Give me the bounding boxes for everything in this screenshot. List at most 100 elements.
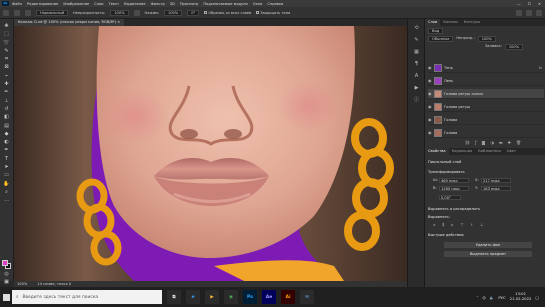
- path-select-tool-icon[interactable]: ➤: [3, 164, 11, 170]
- new-group-icon[interactable]: ▬: [499, 140, 503, 145]
- eye-icon[interactable]: ◉: [428, 78, 432, 83]
- move-tool-icon[interactable]: ✥: [3, 23, 11, 29]
- layer-style-icon[interactable]: ƒ: [475, 140, 476, 145]
- hand-tool-icon[interactable]: ✋: [3, 181, 11, 187]
- frame-tool-icon[interactable]: ⊠: [3, 64, 11, 70]
- history-icon[interactable]: ⟲: [413, 25, 420, 31]
- zoom-tool-icon[interactable]: ⌕: [3, 189, 11, 195]
- opacity-field[interactable]: 100%: [110, 9, 129, 16]
- select-subject-button[interactable]: Выделить предмет: [444, 251, 532, 257]
- taskbar-search-input[interactable]: ⌕ Введите здесь текст для поиска: [12, 290, 162, 304]
- chrome-icon[interactable]: ◉: [224, 290, 238, 304]
- minimize-button[interactable]: —: [517, 2, 521, 6]
- foreground-color-swatch[interactable]: [2, 260, 8, 266]
- menu-help[interactable]: Справка: [267, 2, 283, 6]
- healing-brush-tool-icon[interactable]: ✚: [3, 81, 11, 87]
- pressure-opacity-icon[interactable]: [133, 9, 140, 16]
- lasso-tool-icon[interactable]: ➰: [3, 40, 11, 46]
- marquee-tool-icon[interactable]: ⬚: [3, 31, 11, 37]
- eye-icon[interactable]: ◉: [428, 130, 432, 135]
- flow-field[interactable]: 100%: [163, 9, 183, 16]
- canvas[interactable]: [14, 26, 407, 281]
- eye-icon[interactable]: ◉: [428, 117, 432, 122]
- menu-window[interactable]: Окно: [253, 2, 263, 6]
- shape-tool-icon[interactable]: ▭: [3, 172, 11, 178]
- brush-settings-icon[interactable]: ✎: [413, 37, 420, 43]
- notifications-icon[interactable]: ▢: [535, 295, 539, 300]
- width-field[interactable]: 465 пикс: [439, 178, 469, 183]
- fx-badge[interactable]: fx: [539, 66, 542, 70]
- rotation-field[interactable]: 0,00°: [439, 195, 461, 200]
- eye-icon[interactable]: ◉: [428, 65, 432, 70]
- share-icon[interactable]: [536, 9, 542, 16]
- volume-icon[interactable]: 🔈: [490, 295, 495, 300]
- info-icon[interactable]: ⓘ: [413, 97, 420, 103]
- quick-select-tool-icon[interactable]: ✎: [3, 48, 11, 54]
- adjustment-layer-icon[interactable]: ◑: [490, 140, 494, 145]
- menu-3d[interactable]: 3D: [170, 2, 175, 6]
- eraser-tool-icon[interactable]: ◧: [3, 114, 11, 120]
- character-icon[interactable]: A: [413, 73, 420, 79]
- network-icon[interactable]: ⌬: [482, 295, 485, 300]
- brush-tool-icon[interactable]: ✏: [3, 89, 11, 95]
- new-layer-icon[interactable]: ✚: [508, 140, 511, 145]
- menu-image[interactable]: Изображение: [63, 2, 89, 6]
- home-icon[interactable]: [3, 9, 9, 16]
- history-brush-tool-icon[interactable]: ↺: [3, 106, 11, 112]
- align-bottom-icon[interactable]: ⊥: [480, 222, 483, 227]
- quick-mask-icon[interactable]: ◎: [3, 271, 11, 277]
- workspace-icon[interactable]: [526, 9, 532, 16]
- photoshop-taskbar-icon[interactable]: Ps: [243, 290, 257, 304]
- file-explorer-icon[interactable]: ▶: [205, 290, 219, 304]
- x-field[interactable]: 217 пикс: [481, 178, 511, 183]
- layer-row[interactable]: ◉ Тень fx: [428, 63, 544, 73]
- search-icon[interactable]: [516, 9, 522, 16]
- actions-icon[interactable]: ▶: [413, 85, 420, 91]
- eyedropper-tool-icon[interactable]: ⌁: [3, 73, 11, 79]
- chevron-up-icon[interactable]: ˄: [476, 295, 478, 300]
- menu-type[interactable]: Текст: [109, 2, 120, 6]
- eye-icon[interactable]: ◉: [428, 91, 432, 96]
- start-button[interactable]: [0, 287, 12, 307]
- layer-mask-icon[interactable]: ◙: [482, 140, 486, 145]
- layer-row[interactable]: ◉ Голова: [428, 115, 544, 125]
- protect-tones-checkbox[interactable]: Защищать тона: [256, 11, 290, 15]
- y-field[interactable]: 163 пикс: [481, 186, 511, 191]
- align-center-icon[interactable]: ⫼: [442, 222, 444, 227]
- menu-view[interactable]: Просмотр: [180, 2, 198, 6]
- menu-file[interactable]: Файл: [12, 2, 22, 6]
- document-tab[interactable]: Коллаж Curd @ 100% (список рекрм копия, …: [14, 19, 125, 26]
- align-top-icon[interactable]: ⊤: [460, 222, 463, 227]
- layer-row[interactable]: ◉ Голова ретуш: [428, 102, 544, 112]
- close-button[interactable]: ✕: [538, 2, 541, 6]
- clock[interactable]: 13:01 21.02.2022: [510, 291, 532, 302]
- tab-libraries[interactable]: Библиотеки: [475, 148, 504, 155]
- screen-mode-icon[interactable]: ▣: [3, 279, 11, 285]
- swatches-icon[interactable]: ▦: [413, 49, 420, 55]
- after-effects-icon[interactable]: Ae: [262, 290, 276, 304]
- pen-tool-icon[interactable]: ✒: [3, 147, 11, 153]
- tab-paths[interactable]: Контуры: [461, 19, 483, 26]
- tab-color[interactable]: Цвет: [504, 148, 519, 155]
- layer-opacity-field[interactable]: 100%: [477, 36, 496, 42]
- edge-browser-icon[interactable]: e: [186, 290, 200, 304]
- more-tools-icon[interactable]: …: [3, 197, 11, 203]
- clone-stamp-tool-icon[interactable]: ⊥: [3, 98, 11, 104]
- tab-adjustments[interactable]: Коррекция: [449, 148, 476, 155]
- link-layers-icon[interactable]: ⛓: [465, 140, 470, 145]
- paragraph-icon[interactable]: ¶: [413, 61, 420, 67]
- align-right-icon[interactable]: ⫸: [451, 222, 453, 227]
- trash-icon[interactable]: 🗑: [516, 140, 521, 145]
- menu-layer[interactable]: Слои: [94, 2, 103, 6]
- tab-properties[interactable]: Свойства: [425, 148, 449, 155]
- blend-mode-select[interactable]: Нормальный: [36, 9, 69, 16]
- gradient-tool-icon[interactable]: ▤: [3, 123, 11, 129]
- tab-layers[interactable]: Слои: [425, 19, 441, 26]
- tab-channels[interactable]: Каналы: [440, 19, 460, 26]
- align-middle-icon[interactable]: ⊦: [471, 222, 473, 227]
- mail-icon[interactable]: ✉: [300, 290, 314, 304]
- crop-tool-icon[interactable]: ⌗: [3, 56, 11, 62]
- menu-edit[interactable]: Редактирование: [27, 2, 58, 6]
- menu-plugins[interactable]: Подключаемые модули: [203, 2, 247, 6]
- type-tool-icon[interactable]: T: [3, 156, 11, 162]
